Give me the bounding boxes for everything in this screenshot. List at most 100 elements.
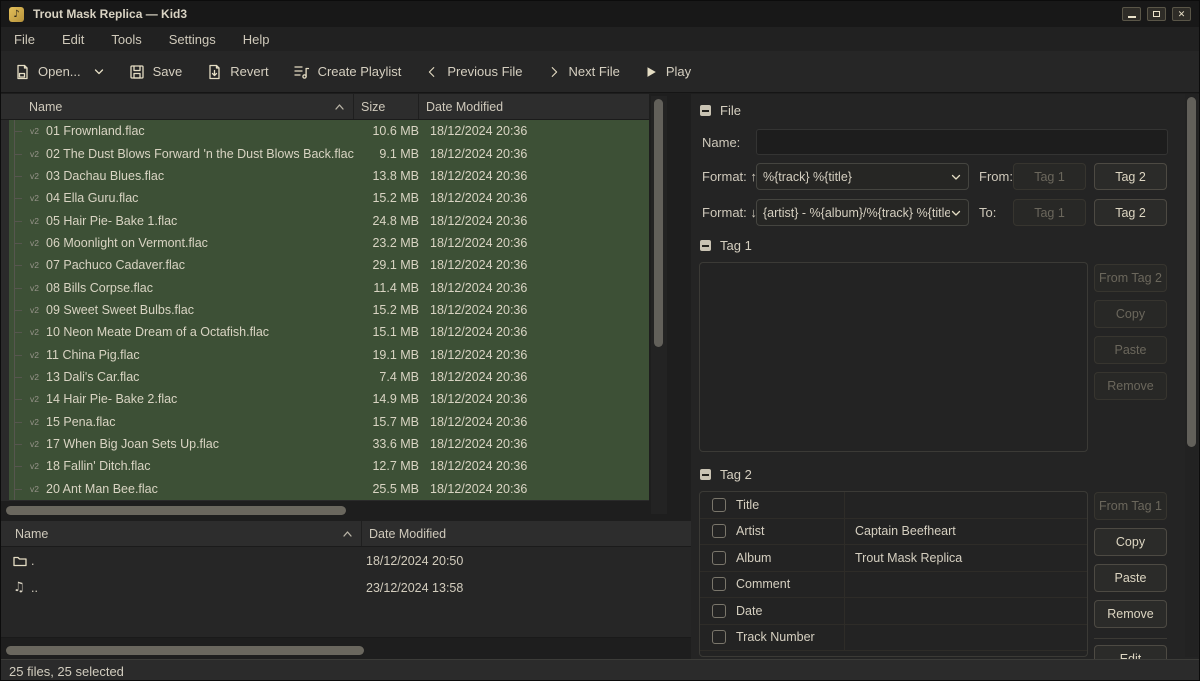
table-row[interactable]: v2 04 Ella Guru.flac 15.2 MB 18/12/2024 … <box>9 187 649 209</box>
table-row[interactable]: v2 18 Fallin' Ditch.flac 12.7 MB 18/12/2… <box>9 455 649 477</box>
field-checkbox[interactable] <box>712 551 726 565</box>
tag1-field-table[interactable] <box>699 262 1088 452</box>
table-row[interactable]: v2 13 Dali's Car.flac 7.4 MB 18/12/2024 … <box>9 366 649 388</box>
tag1-paste-button[interactable]: Paste <box>1094 336 1167 364</box>
scrollbar-thumb[interactable] <box>1187 97 1196 447</box>
menu-settings[interactable]: Settings <box>169 32 216 47</box>
table-row[interactable]: v2 17 When Big Joan Sets Up.flac 33.6 MB… <box>9 433 649 455</box>
tag-field-row[interactable]: Title <box>700 492 1087 519</box>
file-list-horizontal-scrollbar[interactable] <box>1 505 649 516</box>
column-header-date[interactable]: Date Modified <box>418 94 649 119</box>
to-tag2-button[interactable]: Tag 2 <box>1094 199 1167 226</box>
from-tag2-button[interactable]: Tag 2 <box>1094 163 1167 190</box>
field-value[interactable] <box>845 598 1087 624</box>
save-label: Save <box>153 64 183 79</box>
field-checkbox[interactable] <box>712 604 726 618</box>
table-row[interactable]: v2 15 Pena.flac 15.7 MB 18/12/2024 20:36 <box>9 410 649 432</box>
table-row[interactable]: v2 07 Pachuco Cadaver.flac 29.1 MB 18/12… <box>9 254 649 276</box>
tag2-copy-button[interactable]: Copy <box>1094 528 1167 556</box>
filename-input[interactable] <box>756 129 1168 155</box>
minimize-button[interactable] <box>1122 7 1141 21</box>
collapse-icon[interactable] <box>700 469 711 480</box>
list-item[interactable]: ♫ .. 23/12/2024 13:58 <box>1 574 691 601</box>
column-header-size[interactable]: Size <box>353 94 418 119</box>
sort-ascending-icon <box>342 530 353 538</box>
title-bar[interactable]: ♪ Trout Mask Replica — Kid3 ✕ <box>1 1 1199 27</box>
tag-field-row[interactable]: Album Trout Mask Replica <box>700 545 1087 572</box>
open-button[interactable]: Open... <box>14 64 81 80</box>
tag-field-row[interactable]: Date <box>700 598 1087 625</box>
close-button[interactable]: ✕ <box>1172 7 1191 21</box>
file-section-header[interactable]: File <box>700 103 741 118</box>
tag2-paste-button[interactable]: Paste <box>1094 564 1167 592</box>
menu-tools[interactable]: Tools <box>111 32 141 47</box>
field-checkbox[interactable] <box>712 630 726 644</box>
field-checkbox[interactable] <box>712 577 726 591</box>
menu-edit[interactable]: Edit <box>62 32 84 47</box>
field-value[interactable] <box>845 492 1087 518</box>
table-row[interactable]: v2 14 Hair Pie- Bake 2.flac 14.9 MB 18/1… <box>9 388 649 410</box>
table-row[interactable]: v2 05 Hair Pie- Bake 1.flac 24.8 MB 18/1… <box>9 209 649 231</box>
column-header-name[interactable]: Name <box>1 521 361 546</box>
table-row[interactable]: v2 09 Sweet Sweet Bulbs.flac 15.2 MB 18/… <box>9 299 649 321</box>
field-value[interactable] <box>845 625 1087 651</box>
tag2-remove-button[interactable]: Remove <box>1094 600 1167 628</box>
create-playlist-button[interactable]: Create Playlist <box>293 64 402 80</box>
collapse-icon[interactable] <box>700 240 711 251</box>
tag-field-row[interactable]: Artist Captain Beefheart <box>700 519 1087 546</box>
field-value[interactable]: Trout Mask Replica <box>845 545 1087 571</box>
tag-panel-vertical-scrollbar[interactable] <box>1185 94 1198 657</box>
tag1-from-tag2-button[interactable]: From Tag 2 <box>1094 264 1167 292</box>
next-file-button[interactable]: Next File <box>547 64 620 79</box>
tag-field-row[interactable]: Track Number <box>700 625 1087 652</box>
file-date: 18/12/2024 20:36 <box>426 303 649 317</box>
to-label: To: <box>979 205 996 220</box>
previous-file-button[interactable]: Previous File <box>425 64 522 79</box>
field-value[interactable] <box>845 572 1087 598</box>
column-header-date[interactable]: Date Modified <box>361 521 691 546</box>
collapse-icon[interactable] <box>700 105 711 116</box>
table-row[interactable]: v2 02 The Dust Blows Forward 'n the Dust… <box>9 142 649 164</box>
table-row[interactable]: v2 11 China Pig.flac 19.1 MB 18/12/2024 … <box>9 343 649 365</box>
open-dropdown-button[interactable] <box>93 66 105 78</box>
scrollbar-thumb[interactable] <box>6 506 346 515</box>
table-row[interactable]: v2 06 Moonlight on Vermont.flac 23.2 MB … <box>9 232 649 254</box>
play-button[interactable]: Play <box>644 64 691 79</box>
list-item[interactable]: . 18/12/2024 20:50 <box>1 547 691 574</box>
folder-list-horizontal-scrollbar[interactable] <box>1 645 689 656</box>
tag1-section-header[interactable]: Tag 1 <box>700 238 752 253</box>
field-checkbox[interactable] <box>712 524 726 538</box>
button-label: Paste <box>1115 571 1147 585</box>
column-header-name[interactable]: Name <box>1 94 353 119</box>
format-from-filename-combobox[interactable]: %{track} %{title} <box>756 163 969 190</box>
scrollbar-thumb[interactable] <box>654 99 663 347</box>
tag2-edit-button[interactable]: Edit <box>1094 645 1167 659</box>
menu-help[interactable]: Help <box>243 32 270 47</box>
table-row[interactable]: v2 20 Ant Man Bee.flac 25.5 MB 18/12/202… <box>9 478 649 500</box>
tag1-remove-button[interactable]: Remove <box>1094 372 1167 400</box>
from-tag1-button[interactable]: Tag 1 <box>1013 163 1086 190</box>
tag2-from-tag1-button[interactable]: From Tag 1 <box>1094 492 1167 520</box>
column-name-label: Name <box>29 100 62 114</box>
table-row[interactable]: v2 01 Frownland.flac 10.6 MB 18/12/2024 … <box>9 120 649 142</box>
table-row[interactable]: v2 10 Neon Meate Dream of a Octafish.fla… <box>9 321 649 343</box>
file-date: 18/12/2024 20:36 <box>426 415 649 429</box>
menu-file[interactable]: File <box>14 32 35 47</box>
table-row[interactable]: v2 08 Bills Corpse.flac 11.4 MB 18/12/20… <box>9 276 649 298</box>
field-label-cell: Date <box>700 598 845 624</box>
to-tag1-button[interactable]: Tag 1 <box>1013 199 1086 226</box>
field-value[interactable]: Captain Beefheart <box>845 519 1087 545</box>
save-button[interactable]: Save <box>129 64 183 80</box>
tree-branch-icon <box>14 433 28 455</box>
format-to-filename-combobox[interactable]: {artist} - %{album}/%{track} %{title} <box>756 199 969 226</box>
file-name: 09 Sweet Sweet Bulbs.flac <box>46 303 361 317</box>
field-checkbox[interactable] <box>712 498 726 512</box>
tag2-section-header[interactable]: Tag 2 <box>700 467 752 482</box>
tag1-copy-button[interactable]: Copy <box>1094 300 1167 328</box>
table-row[interactable]: v2 03 Dachau Blues.flac 13.8 MB 18/12/20… <box>9 165 649 187</box>
file-list-vertical-scrollbar[interactable] <box>651 96 667 514</box>
revert-button[interactable]: Revert <box>206 64 268 80</box>
tag-field-row[interactable]: Comment <box>700 572 1087 599</box>
maximize-button[interactable] <box>1147 7 1166 21</box>
scrollbar-thumb[interactable] <box>6 646 364 655</box>
